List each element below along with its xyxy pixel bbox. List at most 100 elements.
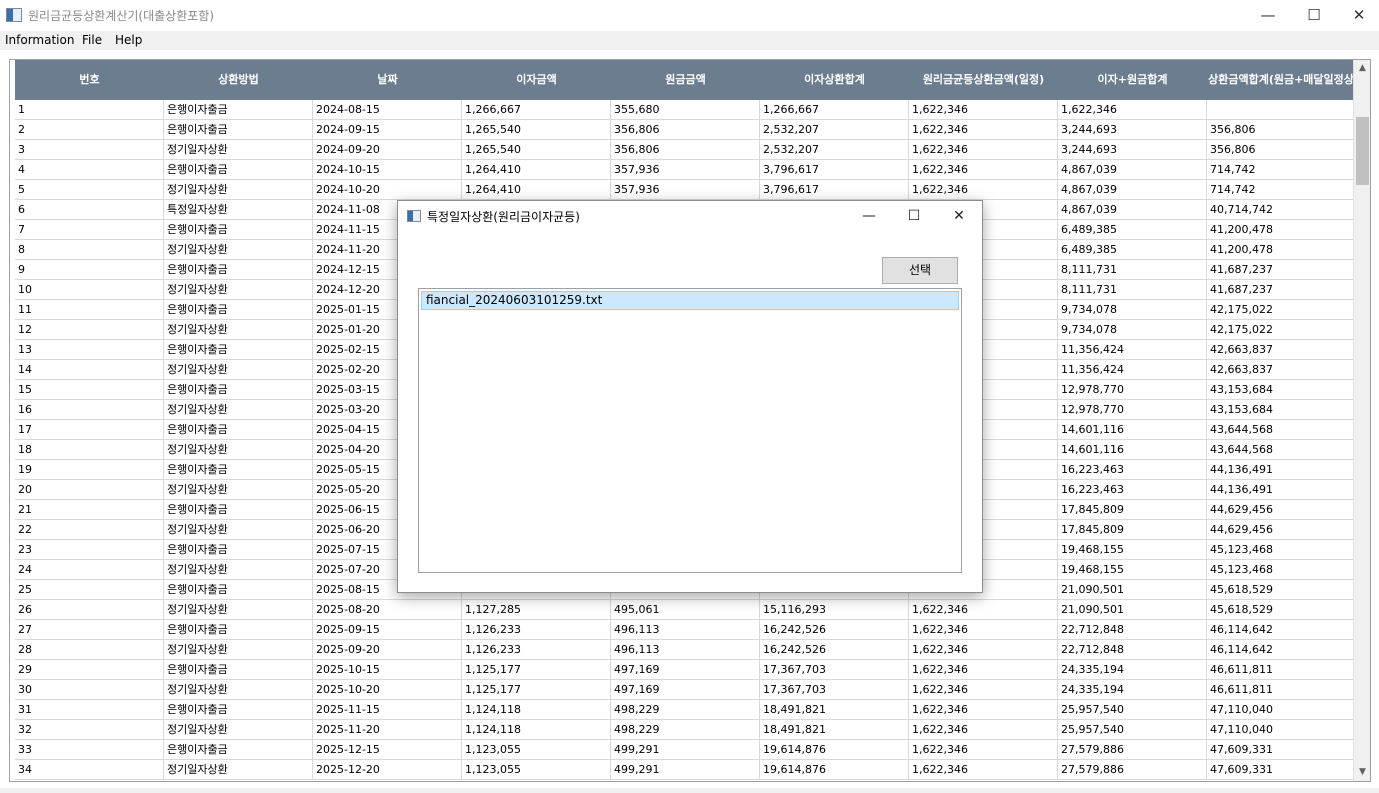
cell-method: 정기일자상환 bbox=[164, 180, 313, 200]
cell-method: 은행이자출금 bbox=[164, 500, 313, 520]
maximize-button[interactable]: ☐ bbox=[1291, 0, 1337, 31]
cell-number: 6 bbox=[15, 200, 164, 220]
cell-interest-principal-total: 27,579,886 bbox=[1058, 740, 1207, 760]
header-date[interactable]: 날짜 bbox=[313, 60, 462, 100]
scroll-thumb[interactable] bbox=[1356, 117, 1369, 185]
cell-repayment-total: 46,114,642 bbox=[1207, 620, 1355, 640]
cell-interest-total: 15,116,293 bbox=[760, 600, 909, 620]
cell-method: 정기일자상환 bbox=[164, 240, 313, 260]
header-repayment-total[interactable]: 상환금액합계(원금+매달일정상 bbox=[1207, 60, 1355, 100]
dialog-maximize-button[interactable]: ☐ bbox=[891, 201, 937, 231]
header-principal[interactable]: 원금금액 bbox=[611, 60, 760, 100]
cell-number: 29 bbox=[15, 660, 164, 680]
cell-repayment-total: 45,618,529 bbox=[1207, 580, 1355, 600]
file-listbox[interactable]: fiancial_20240603101259.txt bbox=[418, 288, 962, 573]
table-row[interactable]: 3 정기일자상환 2024-09-20 1,265,540 356,806 2,532,2… bbox=[15, 140, 1355, 160]
dialog-close-button[interactable]: ✕ bbox=[936, 201, 982, 231]
cell-interest: 1,264,410 bbox=[462, 160, 611, 180]
cell-method: 은행이자출금 bbox=[164, 420, 313, 440]
cell-interest-principal-total: 6,489,385 bbox=[1058, 240, 1207, 260]
cell-repayment-total: 42,175,022 bbox=[1207, 300, 1355, 320]
cell-method: 정기일자상환 bbox=[164, 520, 313, 540]
cell-date: 2025-12-15 bbox=[313, 740, 462, 760]
table-row[interactable]: 27 은행이자출금 2025-09-15 1,126,233 496,113 16,242… bbox=[15, 620, 1355, 640]
cell-number: 17 bbox=[15, 420, 164, 440]
cell-number: 16 bbox=[15, 400, 164, 420]
cell-interest-principal-total: 14,601,116 bbox=[1058, 440, 1207, 460]
minimize-button[interactable]: — bbox=[1245, 0, 1291, 31]
header-interest[interactable]: 이자금액 bbox=[462, 60, 611, 100]
cell-interest-principal-total: 8,111,731 bbox=[1058, 260, 1207, 280]
cell-interest-total: 2,532,207 bbox=[760, 120, 909, 140]
file-list-item[interactable]: fiancial_20240603101259.txt bbox=[421, 291, 959, 310]
cell-method: 정기일자상환 bbox=[164, 440, 313, 460]
cell-interest-principal-total: 17,845,809 bbox=[1058, 520, 1207, 540]
cell-interest-principal-total: 17,845,809 bbox=[1058, 500, 1207, 520]
cell-principal: 496,113 bbox=[611, 640, 760, 660]
vertical-scrollbar[interactable]: ▲ ▼ bbox=[1353, 60, 1370, 781]
table-row[interactable]: 28 정기일자상환 2025-09-20 1,126,233 496,113 16,242… bbox=[15, 640, 1355, 660]
cell-repayment-total: 47,110,040 bbox=[1207, 720, 1355, 740]
table-row[interactable]: 32 정기일자상환 2025-11-20 1,124,118 498,229 18,491… bbox=[15, 720, 1355, 740]
cell-repayment-total: 42,663,837 bbox=[1207, 360, 1355, 380]
cell-principal: 499,291 bbox=[611, 760, 760, 780]
cell-method: 정기일자상환 bbox=[164, 480, 313, 500]
cell-number: 19 bbox=[15, 460, 164, 480]
cell-repayment-total: 45,618,529 bbox=[1207, 600, 1355, 620]
cell-interest-principal-total: 16,223,463 bbox=[1058, 480, 1207, 500]
table-row[interactable]: 4 은행이자출금 2024-10-15 1,264,410 357,936 3,796,6… bbox=[15, 160, 1355, 180]
header-fixed-payment[interactable]: 원리금균등상환금액(일정) bbox=[909, 60, 1058, 100]
cell-interest-total: 16,242,526 bbox=[760, 640, 909, 660]
cell-interest-principal-total: 1,622,346 bbox=[1058, 100, 1207, 120]
menu-help[interactable]: Help bbox=[115, 33, 142, 47]
table-row[interactable]: 26 정기일자상환 2025-08-20 1,127,285 495,061 15,116… bbox=[15, 600, 1355, 620]
cell-interest-total: 17,367,703 bbox=[760, 680, 909, 700]
scroll-up-icon[interactable]: ▲ bbox=[1354, 60, 1370, 77]
cell-repayment-total: 45,123,468 bbox=[1207, 560, 1355, 580]
cell-interest-principal-total: 3,244,693 bbox=[1058, 140, 1207, 160]
cell-interest-principal-total: 6,489,385 bbox=[1058, 220, 1207, 240]
table-row[interactable]: 34 정기일자상환 2025-12-20 1,123,055 499,291 19,614… bbox=[15, 760, 1355, 780]
cell-number: 4 bbox=[15, 160, 164, 180]
dialog-minimize-button[interactable]: — bbox=[846, 201, 892, 231]
header-method[interactable]: 상환방법 bbox=[164, 60, 313, 100]
scroll-down-icon[interactable]: ▼ bbox=[1354, 764, 1370, 781]
table-row[interactable]: 30 정기일자상환 2025-10-20 1,125,177 497,169 17,367… bbox=[15, 680, 1355, 700]
cell-number: 24 bbox=[15, 560, 164, 580]
header-number[interactable]: 번호 bbox=[15, 60, 164, 100]
cell-method: 은행이자출금 bbox=[164, 580, 313, 600]
table-row[interactable]: 31 은행이자출금 2025-11-15 1,124,118 498,229 18,491… bbox=[15, 700, 1355, 720]
header-interest-total[interactable]: 이자상환합계 bbox=[760, 60, 909, 100]
cell-interest-total: 1,266,667 bbox=[760, 100, 909, 120]
table-row[interactable]: 5 정기일자상환 2024-10-20 1,264,410 357,936 3,796,6… bbox=[15, 180, 1355, 200]
cell-interest-total: 18,491,821 bbox=[760, 700, 909, 720]
close-button[interactable]: ✕ bbox=[1336, 0, 1379, 31]
cell-number: 10 bbox=[15, 280, 164, 300]
cell-interest: 1,123,055 bbox=[462, 740, 611, 760]
cell-method: 정기일자상환 bbox=[164, 680, 313, 700]
cell-principal: 497,169 bbox=[611, 680, 760, 700]
cell-interest: 1,266,667 bbox=[462, 100, 611, 120]
cell-repayment-total: 43,644,568 bbox=[1207, 420, 1355, 440]
cell-number: 7 bbox=[15, 220, 164, 240]
cell-interest-total: 16,242,526 bbox=[760, 620, 909, 640]
cell-interest-total: 18,491,821 bbox=[760, 720, 909, 740]
cell-principal: 497,169 bbox=[611, 660, 760, 680]
cell-date: 2024-09-20 bbox=[313, 140, 462, 160]
table-row[interactable]: 1 은행이자출금 2024-08-15 1,266,667 355,680 1,266,6… bbox=[15, 100, 1355, 120]
header-interest-principal-total[interactable]: 이자+원금합계 bbox=[1058, 60, 1207, 100]
table-row[interactable]: 33 은행이자출금 2025-12-15 1,123,055 499,291 19,614… bbox=[15, 740, 1355, 760]
select-button[interactable]: 선택 bbox=[882, 257, 958, 284]
menu-file[interactable]: File bbox=[82, 33, 102, 47]
cell-interest: 1,125,177 bbox=[462, 660, 611, 680]
cell-repayment-total: 42,663,837 bbox=[1207, 340, 1355, 360]
cell-principal: 355,680 bbox=[611, 100, 760, 120]
window-title: 원리금균등상환계산기(대출상환포함) bbox=[28, 9, 215, 23]
cell-principal: 356,806 bbox=[611, 140, 760, 160]
menu-information[interactable]: Information bbox=[5, 33, 74, 47]
table-row[interactable]: 2 은행이자출금 2024-09-15 1,265,540 356,806 2,532,2… bbox=[15, 120, 1355, 140]
cell-interest-total: 3,796,617 bbox=[760, 160, 909, 180]
cell-date: 2024-10-20 bbox=[313, 180, 462, 200]
cell-fixed-payment: 1,622,346 bbox=[909, 160, 1058, 180]
table-row[interactable]: 29 은행이자출금 2025-10-15 1,125,177 497,169 17,367… bbox=[15, 660, 1355, 680]
